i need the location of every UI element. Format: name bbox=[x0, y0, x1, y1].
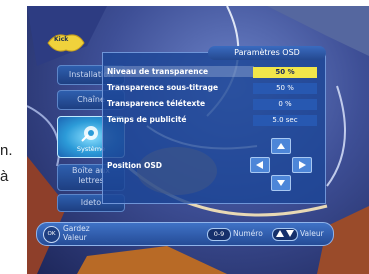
row-label-sous-titrage[interactable]: Transparence sous-titrage bbox=[107, 83, 218, 92]
row-value-transparence[interactable]: 50 % bbox=[253, 67, 317, 78]
ok-key-icon: OK bbox=[43, 226, 60, 243]
help-keep-line1: Gardez bbox=[63, 224, 90, 233]
side-text-1: n. bbox=[0, 142, 13, 159]
row-value-publicite[interactable]: 5.0 sec bbox=[253, 115, 317, 126]
up-down-arrows-icon bbox=[276, 230, 294, 237]
arrow-left-icon bbox=[256, 161, 263, 169]
gear-icon bbox=[81, 126, 98, 142]
numeric-keys-icon: 0-9 bbox=[207, 228, 231, 241]
row-value-sous-titrage[interactable]: 50 % bbox=[253, 83, 317, 94]
row-label-transparence[interactable]: Niveau de transparence bbox=[107, 67, 208, 76]
arrow-right-icon bbox=[299, 161, 306, 169]
row-label-teletexte[interactable]: Transparence télétexte bbox=[107, 99, 205, 108]
up-down-keys-icon bbox=[272, 228, 298, 241]
panel-title: Paramètres OSD bbox=[208, 46, 326, 60]
help-keep-line2: Valeur bbox=[63, 233, 87, 242]
arrow-up-icon bbox=[277, 143, 285, 149]
position-osd-label: Position OSD bbox=[107, 161, 162, 170]
help-numero: Numéro bbox=[233, 229, 263, 238]
down-arrow-button[interactable] bbox=[271, 175, 291, 191]
position-pad bbox=[248, 138, 312, 191]
logo-text: Kick bbox=[54, 36, 69, 43]
help-bar: OK Gardez Valeur 0-9 Numéro Valeur bbox=[36, 222, 334, 246]
help-valeur: Valeur bbox=[300, 229, 324, 238]
row-label-publicite[interactable]: Temps de publicité bbox=[107, 115, 186, 124]
right-arrow-button[interactable] bbox=[292, 157, 312, 173]
side-text-2: à bbox=[0, 168, 9, 185]
left-arrow-button[interactable] bbox=[250, 157, 270, 173]
arrow-down-icon bbox=[277, 180, 285, 186]
row-value-teletexte[interactable]: 0 % bbox=[253, 99, 317, 110]
up-arrow-button[interactable] bbox=[271, 138, 291, 154]
